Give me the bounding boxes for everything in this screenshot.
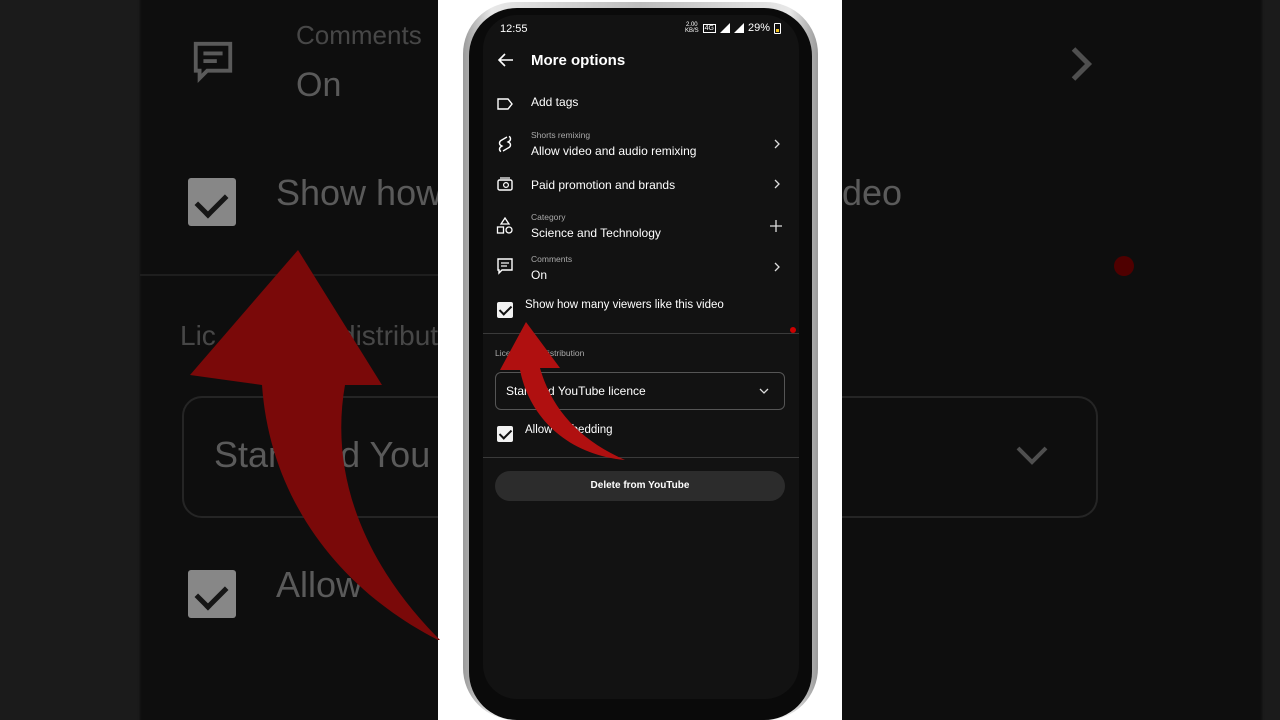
paid-promotion-row[interactable]: Paid promotion and brands [483,175,799,201]
category-row[interactable]: Category Science and Technology [483,210,799,244]
paid-promotion-label: Paid promotion and brands [531,178,676,192]
signal-icon-2 [733,23,744,33]
allow-embedding-row[interactable]: Allow embedding [483,423,799,449]
remixing-sublabel: Shorts remixing [531,130,591,140]
licence-select[interactable]: Standard YouTube licence [495,372,785,410]
network-speed-unit: KB/S [684,28,699,34]
network-speed: 2.00 KB/S [685,22,699,34]
section-divider [483,457,799,458]
show-likes-row[interactable]: Show how many viewers like this video [483,299,799,325]
signal-icon [719,23,730,33]
chevron-right-icon [774,262,780,272]
status-time: 12:55 [500,23,528,35]
battery-percent: 29% [747,22,770,34]
show-likes-label: Show how many viewers like this video [525,299,724,311]
background-right: deo [842,0,1280,720]
scroll-indicator [790,327,796,333]
phone-screen: 12:55 2.00 KB/S 4G 29% More options Add … [483,15,799,699]
remixing-row[interactable]: Shorts remixing Allow video and audio re… [483,128,799,162]
bg-dim-overlay [842,0,1280,720]
chevron-right-icon [774,139,780,149]
delete-from-youtube-button[interactable]: Delete from YouTube [495,471,785,501]
shorts-icon [498,135,512,153]
network-badge: 4G [702,23,716,33]
comment-icon [497,258,513,275]
status-bar: 12:55 2.00 KB/S 4G 29% [483,15,799,43]
remixing-label: Allow video and audio remixing [531,144,697,158]
section-divider [483,333,799,334]
bg-dim-overlay [0,0,438,720]
show-likes-checkbox[interactable] [497,302,513,318]
allow-embedding-label: Allow embedding [525,424,613,436]
battery-icon [774,22,781,34]
add-tags-label: Add tags [531,95,579,109]
page-header: More options [483,45,799,77]
promotion-icon [497,177,513,191]
chevron-down-icon [759,388,769,394]
video-frame: Comments On Show how Lic distribution St… [0,0,1280,720]
allow-embedding-checkbox[interactable] [497,426,513,442]
chevron-right-icon [774,179,780,189]
category-icon [496,217,513,234]
licence-select-value: Standard YouTube licence [506,384,646,398]
tag-icon [497,98,513,110]
page-title: More options [531,52,626,69]
background-left: Comments On Show how Lic distribution St… [0,0,438,720]
category-value: Science and Technology [531,226,661,240]
licence-section-label: Licence and distribution [495,348,585,358]
plus-icon[interactable] [769,219,783,233]
comments-sublabel: Comments [531,254,573,264]
comments-value: On [531,268,548,282]
back-arrow-icon[interactable] [497,51,515,69]
status-icons: 2.00 KB/S 4G 29% [685,22,781,34]
add-tags-row[interactable]: Add tags [483,93,799,123]
category-sublabel: Category [531,212,566,222]
comments-row[interactable]: Comments On [483,252,799,286]
